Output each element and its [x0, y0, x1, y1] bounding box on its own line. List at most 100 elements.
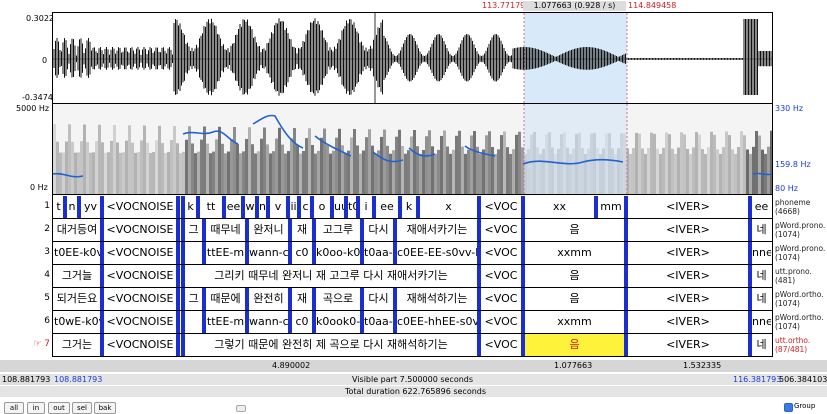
interval-label[interactable]: <VOCNOISE [104, 311, 176, 333]
interval-label[interactable]: <VOCNOISE [104, 265, 176, 287]
interval-label[interactable]: t [54, 196, 63, 218]
interval-label[interactable]: t0aa-s [364, 311, 393, 333]
interval-label[interactable]: ii [290, 196, 297, 218]
duration-left[interactable]: 4.890002 [272, 360, 310, 372]
interval-label[interactable]: t0wE-k0v [54, 311, 100, 333]
interval-label[interactable]: x [420, 196, 477, 218]
interval-label[interactable]: 재해석하기는 [397, 288, 477, 310]
group-checkbox[interactable] [784, 403, 793, 412]
interval-label[interactable]: nne [752, 311, 771, 333]
interval-label[interactable]: k0x [180, 311, 181, 333]
interval-label[interactable]: <IVER> [628, 219, 748, 241]
total-bar[interactable]: Total duration 622.765896 seconds [0, 386, 827, 397]
interval-label[interactable]: <VOCNOISE [104, 196, 176, 218]
interval-label[interactable]: xxmm [525, 242, 624, 264]
interval-label[interactable]: t0aa-s [364, 242, 393, 264]
interval-label[interactable]: <IVER> [628, 334, 748, 356]
interval-label[interactable]: xx [525, 196, 594, 218]
interval-label[interactable]: ee [752, 196, 771, 218]
interval-label[interactable]: c [301, 196, 310, 218]
tier-row-7[interactable]: 그거는 <VOCNOISE 그렇기 때문에 완전히 제 곡으로 다시 재해석하기는 <… [52, 334, 773, 357]
interval-label[interactable]: 그거늘 [54, 265, 100, 287]
interval-label[interactable]: <VOCNOISE [104, 288, 176, 310]
selection-duration[interactable]: 1.077663 (0.928 / s) [523, 1, 626, 11]
interval-label[interactable]: <VOC [481, 265, 521, 287]
waveform-panel[interactable] [52, 12, 773, 104]
interval-boundary[interactable] [176, 288, 180, 310]
interval-label[interactable]: nne [752, 242, 771, 264]
interval-label[interactable]: 네 [752, 334, 771, 356]
interval-label[interactable]: ttEE-m [206, 242, 245, 264]
interval-label[interactable]: 다시 [364, 288, 393, 310]
interval-label[interactable]: n [259, 196, 266, 218]
tier-row-2[interactable]: 대거등여 <VOCNOISE 그 때무네 완저니 재 고그루 다시 재애서카기는 <VOC 음 <IV… [52, 219, 773, 242]
interval-label[interactable]: <IVER> [628, 265, 748, 287]
interval-label[interactable]: <VOCNOISE [104, 219, 176, 241]
interval-label[interactable]: 곡으로 [316, 288, 360, 310]
interval-label[interactable]: <VOCNOISE [104, 242, 176, 264]
duration-right[interactable]: 1.532335 [683, 360, 721, 372]
interval-boundary[interactable] [181, 311, 185, 333]
interval-label[interactable]: wann-c0v [249, 311, 288, 333]
interval-label[interactable]: 완저니 [249, 219, 288, 241]
interval-label[interactable]: 다시 [364, 219, 393, 241]
interval-label[interactable]: 재 [292, 219, 312, 241]
interval-label[interactable]: c0EE-EE-s0vv-k [397, 242, 477, 264]
interval-label[interactable]: <VOCNOISE [104, 334, 176, 356]
interval-label[interactable]: 때무네 [206, 219, 245, 241]
interval-label[interactable]: <IVER> [628, 242, 748, 264]
interval-label[interactable]: 음 [525, 265, 624, 287]
interval-label[interactable]: <VOC [481, 196, 521, 218]
interval-label[interactable]: 음 [525, 288, 624, 310]
all-button[interactable]: all [4, 402, 24, 414]
interval-label[interactable]: <VOC [481, 334, 521, 356]
tier-row-6[interactable]: t0wE-k0v<VOCNOISE k0x ttEE-mwann-c0vc0k0oo… [52, 311, 773, 334]
interval-boundary[interactable] [176, 219, 180, 241]
interval-label[interactable]: wann-c0v [249, 242, 288, 264]
interval-label[interactable]: 그렇기 때문에 완전히 제 곡으로 다시 재해석하기는 [185, 334, 477, 356]
zoom-in-button[interactable]: in [27, 402, 45, 414]
tier-row-1[interactable]: tnyv<VOCNOISEktteewnviicouut0ieekx<VOCxx… [52, 196, 773, 219]
duration-selection[interactable]: 1.077663 [554, 360, 592, 372]
interval-label[interactable]: <IVER> [628, 196, 748, 218]
interval-label[interactable]: uu [334, 196, 344, 218]
interval-label[interactable]: 그 [185, 219, 202, 241]
interval-label[interactable]: mm [598, 196, 624, 218]
interval-label[interactable]: o [314, 196, 330, 218]
interval-label[interactable]: ttEE-m [206, 311, 245, 333]
interval-label[interactable]: 재애서카기는 [397, 219, 477, 241]
zoom-back-button[interactable]: bak [94, 402, 116, 414]
interval-label[interactable]: tt [200, 196, 222, 218]
interval-label[interactable]: <VOC [481, 288, 521, 310]
interval-label[interactable]: <VOC [481, 219, 521, 241]
scrollbar-thumb[interactable] [236, 405, 246, 412]
spectrogram-panel[interactable] [52, 104, 773, 195]
tier-row-5[interactable]: 되거든요 <VOCNOISE 그 때문에 완전히 재 곡으로 다시 재해석하기는 <VOC 음 <IV… [52, 288, 773, 311]
interval-label[interactable]: 완전히 [249, 288, 288, 310]
zoom-sel-button[interactable]: sel [72, 402, 92, 414]
tier-row-4[interactable]: 그거늘 <VOCNOISE 그리키 때무네 완저니 재 고그루 다시 재애서카기는 <… [52, 265, 773, 288]
interval-label[interactable]: k [402, 196, 416, 218]
zoom-out-button[interactable]: out [48, 402, 70, 414]
interval-label[interactable]: k [185, 196, 196, 218]
interval-label[interactable]: c0 [292, 242, 312, 264]
interval-label[interactable]: v [270, 196, 286, 218]
interval-label[interactable]: t0 [348, 196, 356, 218]
interval-label[interactable]: <VOC [481, 242, 521, 264]
interval-label[interactable]: w [245, 196, 255, 218]
interval-label[interactable]: k0x [180, 242, 181, 264]
interval-label[interactable]: ee [376, 196, 398, 218]
interval-boundary[interactable] [176, 196, 180, 218]
interval-boundary[interactable] [176, 334, 180, 356]
interval-label[interactable]: 고그루 [316, 219, 360, 241]
interval-label[interactable]: 네 [752, 288, 771, 310]
interval-label[interactable]: 음 [525, 334, 624, 356]
interval-label[interactable]: ee [226, 196, 241, 218]
interval-label[interactable]: <IVER> [628, 288, 748, 310]
interval-label[interactable]: k0ook0-x [316, 311, 360, 333]
interval-label[interactable]: 그거는 [54, 334, 100, 356]
interval-boundary[interactable] [181, 242, 185, 264]
interval-label[interactable]: 네 [752, 219, 771, 241]
interval-label[interactable]: 재 [292, 288, 312, 310]
interval-label[interactable]: 그리키 때무네 완저니 재 고그루 다시 재애서카기는 [185, 265, 477, 287]
